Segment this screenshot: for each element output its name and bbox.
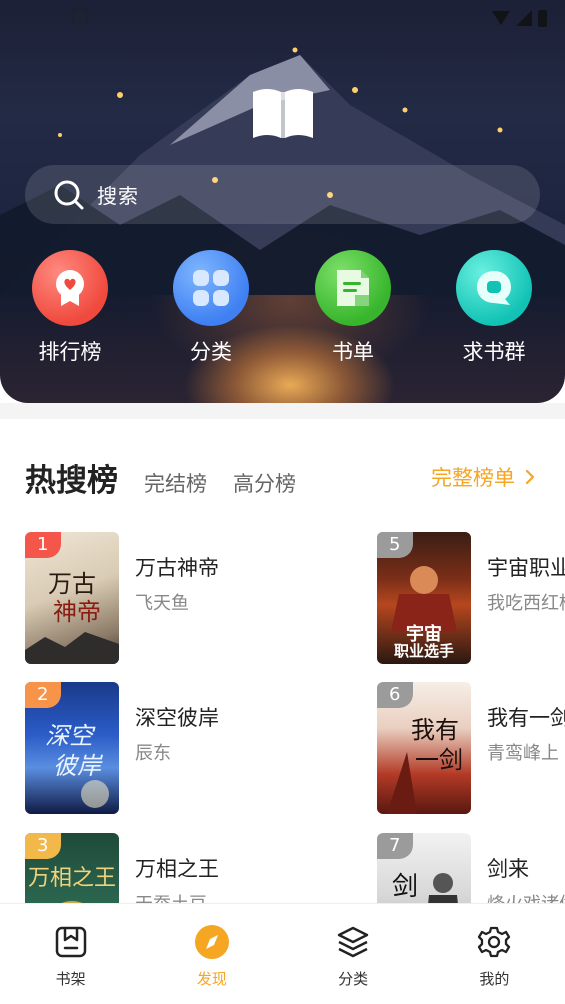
nav-label: 书架	[55, 970, 86, 988]
book-title: 我有一剑	[487, 706, 565, 730]
full-ranking-link[interactable]: 完整榜单	[431, 462, 535, 492]
nav-category[interactable]: 分类	[283, 904, 424, 1004]
book-cover: 万古 神帝 1	[25, 532, 119, 664]
compass-icon	[194, 924, 230, 960]
search-bar[interactable]: 搜索	[25, 165, 540, 224]
tab-high-score[interactable]: 高分榜	[233, 468, 296, 498]
svg-text:职业选手: 职业选手	[394, 642, 454, 660]
book-cover: 宇宙 职业选手 5	[377, 532, 471, 664]
battery-icon	[538, 9, 547, 27]
category-grid-icon	[173, 250, 249, 326]
gear-icon	[476, 924, 512, 960]
svg-text:万古: 万古	[48, 570, 96, 598]
quick-link-category[interactable]: 分类	[166, 250, 256, 366]
open-book-icon	[253, 89, 313, 138]
chevron-right-icon	[525, 469, 535, 485]
nav-label: 我的	[479, 970, 510, 988]
bottom-nav: 书架 发现 分类 我的	[0, 903, 565, 1004]
book-title: 万古神帝	[135, 556, 219, 580]
book-author: 青鸾峰上	[487, 743, 559, 764]
tab-hot-search[interactable]: 热搜榜	[25, 455, 118, 500]
ranking-medal-icon	[32, 250, 108, 326]
book-author: 辰东	[135, 743, 171, 764]
nav-label: 发现	[196, 970, 227, 988]
nav-mine[interactable]: 我的	[424, 904, 565, 1004]
book-title: 剑来	[487, 857, 529, 881]
svg-text:我有: 我有	[411, 716, 459, 744]
section-divider	[0, 403, 565, 419]
status-notification-icon	[72, 8, 88, 24]
status-bar	[492, 8, 547, 28]
full-ranking-label: 完整榜单	[431, 466, 515, 490]
book-item[interactable]: 我有 一剑 6 我有一剑 青鸾峰上	[377, 682, 565, 814]
rank-badge: 7	[377, 833, 413, 859]
book-title: 宇宙职业	[487, 556, 565, 580]
svg-text:万相之王: 万相之王	[28, 866, 116, 891]
quick-link-request-group[interactable]: 求书群	[449, 250, 539, 366]
book-cover: 我有 一剑 6	[377, 682, 471, 814]
booklist-icon	[315, 250, 391, 326]
svg-text:一剑: 一剑	[415, 746, 463, 774]
rank-badge: 1	[25, 532, 61, 558]
tab-completed[interactable]: 完结榜	[144, 468, 207, 498]
quick-link-label: 书单	[332, 340, 374, 364]
quick-link-label: 分类	[190, 340, 232, 364]
svg-text:剑: 剑	[392, 872, 418, 902]
svg-text:神帝: 神帝	[53, 598, 101, 626]
search-placeholder: 搜索	[97, 184, 139, 208]
rank-badge: 6	[377, 682, 413, 708]
rank-badge: 2	[25, 682, 61, 708]
wifi-icon	[492, 11, 510, 25]
rank-badge: 5	[377, 532, 413, 558]
nav-bookshelf[interactable]: 书架	[0, 904, 141, 1004]
book-title: 万相之王	[135, 857, 219, 881]
nav-discover[interactable]: 发现	[141, 904, 282, 1004]
book-cover: 深空 彼岸 2	[25, 682, 119, 814]
quick-link-label: 排行榜	[38, 340, 102, 364]
layers-icon	[335, 924, 371, 960]
book-author: 我吃西红柿	[487, 593, 565, 614]
book-item[interactable]: 深空 彼岸 2 深空彼岸 辰东	[25, 682, 365, 814]
book-item[interactable]: 万古 神帝 1 万古神帝 飞天鱼	[25, 532, 365, 664]
book-item[interactable]: 宇宙 职业选手 5 宇宙职业 我吃西红柿	[377, 532, 565, 664]
hero-header: 搜索 排行榜 分类 书单 求书群	[0, 0, 565, 403]
rank-badge: 3	[25, 833, 61, 859]
book-title: 深空彼岸	[135, 706, 219, 730]
signal-icon	[516, 10, 532, 26]
quick-link-booklist[interactable]: 书单	[308, 250, 398, 366]
svg-text:深空: 深空	[45, 722, 96, 750]
quick-link-ranking[interactable]: 排行榜	[25, 250, 115, 366]
book-author: 飞天鱼	[135, 593, 189, 614]
bookshelf-icon	[53, 924, 89, 960]
search-icon	[54, 180, 84, 209]
nav-label: 分类	[338, 970, 369, 988]
chat-bubble-icon	[456, 250, 532, 326]
ranking-tabs: 热搜榜 完结榜 高分榜	[25, 455, 296, 499]
svg-text:彼岸: 彼岸	[53, 752, 103, 780]
quick-link-label: 求书群	[462, 340, 526, 364]
